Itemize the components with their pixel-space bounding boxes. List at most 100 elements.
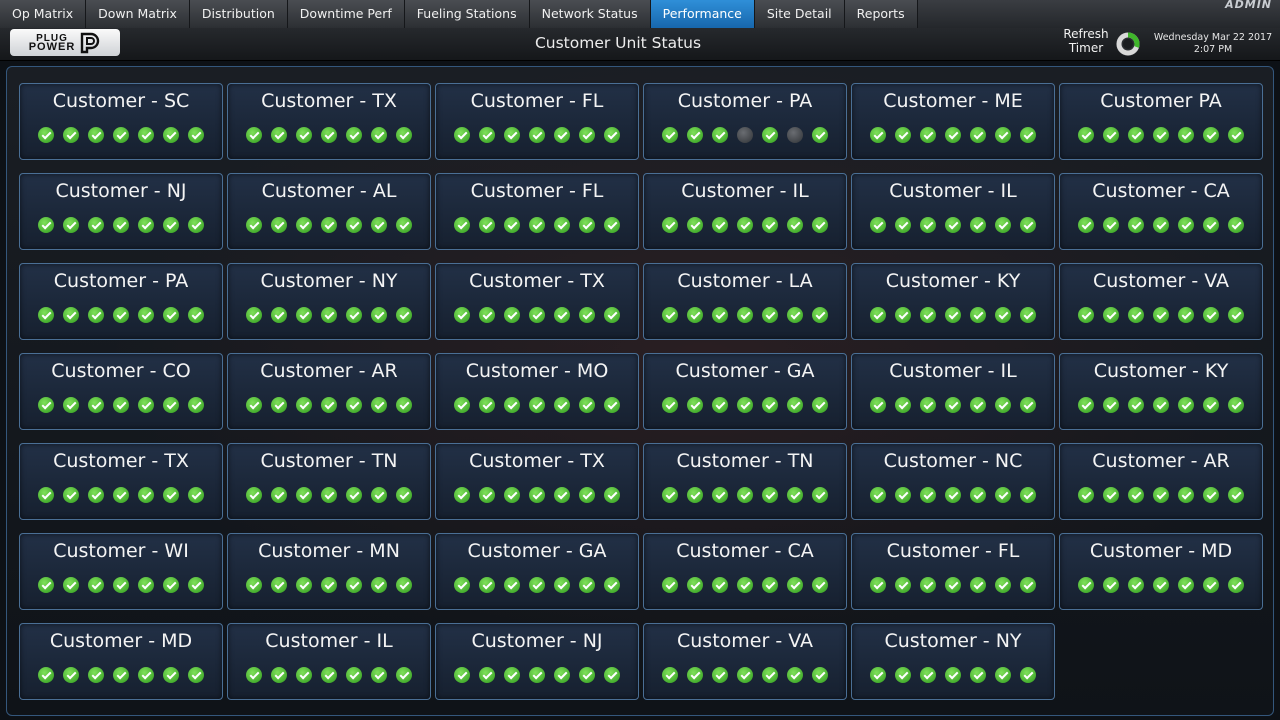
unit-ok-check-icon[interactable] — [895, 217, 911, 233]
unit-ok-check-icon[interactable] — [995, 307, 1011, 323]
unit-ok-check-icon[interactable] — [271, 487, 287, 503]
unit-ok-check-icon[interactable] — [346, 127, 362, 143]
unit-ok-check-icon[interactable] — [321, 577, 337, 593]
unit-ok-check-icon[interactable] — [762, 217, 778, 233]
unit-ok-check-icon[interactable] — [945, 217, 961, 233]
unit-ok-check-icon[interactable] — [529, 127, 545, 143]
unit-ok-check-icon[interactable] — [737, 307, 753, 323]
unit-ok-check-icon[interactable] — [579, 217, 595, 233]
unit-ok-check-icon[interactable] — [529, 577, 545, 593]
unit-ok-check-icon[interactable] — [945, 127, 961, 143]
unit-ok-check-icon[interactable] — [712, 397, 728, 413]
unit-ok-check-icon[interactable] — [812, 217, 828, 233]
unit-ok-check-icon[interactable] — [113, 397, 129, 413]
unit-ok-check-icon[interactable] — [321, 307, 337, 323]
unit-ok-check-icon[interactable] — [1020, 397, 1036, 413]
unit-ok-check-icon[interactable] — [787, 397, 803, 413]
unit-ok-check-icon[interactable] — [1103, 487, 1119, 503]
customer-card[interactable]: Customer - KY — [851, 263, 1055, 340]
unit-ok-check-icon[interactable] — [504, 127, 520, 143]
unit-ok-check-icon[interactable] — [762, 487, 778, 503]
unit-ok-check-icon[interactable] — [920, 577, 936, 593]
customer-card[interactable]: Customer - NC — [851, 443, 1055, 520]
unit-ok-check-icon[interactable] — [88, 667, 104, 683]
customer-card[interactable]: Customer - TX — [435, 443, 639, 520]
unit-ok-check-icon[interactable] — [945, 667, 961, 683]
unit-ok-check-icon[interactable] — [579, 127, 595, 143]
unit-ok-check-icon[interactable] — [1228, 487, 1244, 503]
unit-ok-check-icon[interactable] — [88, 487, 104, 503]
unit-ok-check-icon[interactable] — [662, 487, 678, 503]
unit-ok-check-icon[interactable] — [113, 487, 129, 503]
unit-ok-check-icon[interactable] — [163, 487, 179, 503]
customer-card[interactable]: Customer - CA — [1059, 173, 1263, 250]
customer-card[interactable]: Customer - FL — [435, 173, 639, 250]
unit-ok-check-icon[interactable] — [88, 307, 104, 323]
unit-ok-check-icon[interactable] — [1128, 307, 1144, 323]
unit-ok-check-icon[interactable] — [1078, 577, 1094, 593]
customer-card[interactable]: Customer - FL — [435, 83, 639, 160]
unit-ok-check-icon[interactable] — [970, 487, 986, 503]
unit-ok-check-icon[interactable] — [1203, 127, 1219, 143]
unit-ok-check-icon[interactable] — [1178, 127, 1194, 143]
unit-ok-check-icon[interactable] — [920, 127, 936, 143]
unit-ok-check-icon[interactable] — [271, 307, 287, 323]
unit-ok-check-icon[interactable] — [396, 667, 412, 683]
tab-distribution[interactable]: Distribution — [189, 0, 288, 28]
unit-ok-check-icon[interactable] — [38, 307, 54, 323]
unit-ok-check-icon[interactable] — [504, 217, 520, 233]
unit-ok-check-icon[interactable] — [1128, 487, 1144, 503]
unit-ok-check-icon[interactable] — [662, 577, 678, 593]
unit-ok-check-icon[interactable] — [1228, 127, 1244, 143]
unit-ok-check-icon[interactable] — [246, 577, 262, 593]
unit-ok-check-icon[interactable] — [63, 667, 79, 683]
unit-ok-check-icon[interactable] — [1178, 217, 1194, 233]
unit-ok-check-icon[interactable] — [321, 217, 337, 233]
unit-ok-check-icon[interactable] — [346, 397, 362, 413]
unit-ok-check-icon[interactable] — [604, 667, 620, 683]
unit-ok-check-icon[interactable] — [321, 397, 337, 413]
unit-ok-check-icon[interactable] — [995, 397, 1011, 413]
unit-ok-check-icon[interactable] — [995, 667, 1011, 683]
unit-ok-check-icon[interactable] — [870, 127, 886, 143]
unit-ok-check-icon[interactable] — [529, 217, 545, 233]
unit-ok-check-icon[interactable] — [737, 577, 753, 593]
unit-ok-check-icon[interactable] — [737, 217, 753, 233]
unit-ok-check-icon[interactable] — [812, 487, 828, 503]
unit-ok-check-icon[interactable] — [1178, 397, 1194, 413]
unit-ok-check-icon[interactable] — [479, 577, 495, 593]
unit-ok-check-icon[interactable] — [271, 667, 287, 683]
customer-card[interactable]: Customer - MD — [1059, 533, 1263, 610]
unit-ok-check-icon[interactable] — [579, 307, 595, 323]
unit-ok-check-icon[interactable] — [1228, 397, 1244, 413]
unit-ok-check-icon[interactable] — [687, 487, 703, 503]
unit-ok-check-icon[interactable] — [554, 127, 570, 143]
unit-ok-check-icon[interactable] — [970, 667, 986, 683]
unit-ok-check-icon[interactable] — [138, 397, 154, 413]
unit-ok-check-icon[interactable] — [712, 667, 728, 683]
unit-ok-check-icon[interactable] — [737, 397, 753, 413]
tab-downtime-perf[interactable]: Downtime Perf — [287, 0, 405, 28]
unit-ok-check-icon[interactable] — [296, 307, 312, 323]
customer-card[interactable]: Customer - MD — [19, 623, 223, 700]
unit-ok-check-icon[interactable] — [63, 577, 79, 593]
unit-ok-check-icon[interactable] — [579, 577, 595, 593]
unit-ok-check-icon[interactable] — [1103, 217, 1119, 233]
unit-ok-check-icon[interactable] — [296, 397, 312, 413]
unit-ok-check-icon[interactable] — [396, 577, 412, 593]
unit-ok-check-icon[interactable] — [604, 487, 620, 503]
unit-ok-check-icon[interactable] — [1103, 577, 1119, 593]
unit-ok-check-icon[interactable] — [246, 667, 262, 683]
unit-ok-check-icon[interactable] — [1020, 307, 1036, 323]
unit-ok-check-icon[interactable] — [529, 487, 545, 503]
unit-ok-check-icon[interactable] — [1228, 307, 1244, 323]
customer-card[interactable]: Customer - SC — [19, 83, 223, 160]
unit-ok-check-icon[interactable] — [63, 397, 79, 413]
unit-ok-check-icon[interactable] — [63, 487, 79, 503]
customer-card[interactable]: Customer - MN — [227, 533, 431, 610]
unit-ok-check-icon[interactable] — [870, 397, 886, 413]
unit-ok-check-icon[interactable] — [38, 127, 54, 143]
unit-ok-check-icon[interactable] — [812, 307, 828, 323]
unit-ok-check-icon[interactable] — [1078, 307, 1094, 323]
unit-ok-check-icon[interactable] — [479, 397, 495, 413]
